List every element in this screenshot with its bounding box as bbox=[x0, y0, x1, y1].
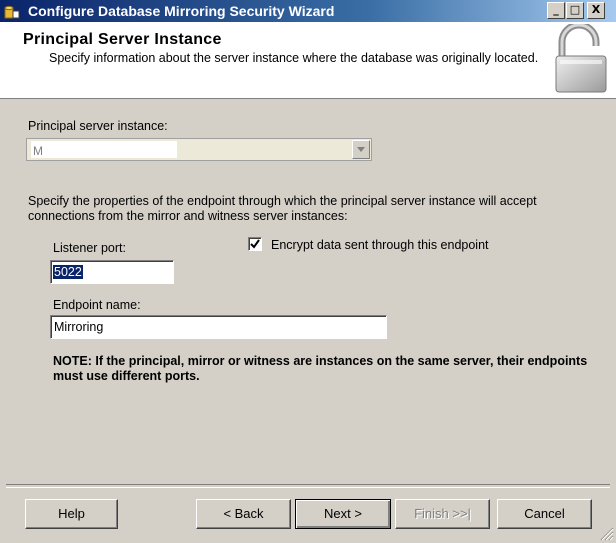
encrypt-label[interactable]: Encrypt data sent through this endpoint bbox=[271, 238, 489, 252]
next-button[interactable]: Next > bbox=[295, 499, 391, 529]
page-title: Principal Server Instance bbox=[23, 31, 222, 48]
listener-port-label: Listener port: bbox=[53, 241, 126, 255]
principal-server-combobox[interactable]: M bbox=[26, 138, 372, 161]
maximize-button[interactable]: □ bbox=[566, 2, 584, 19]
listener-port-input[interactable]: 5022 bbox=[50, 260, 174, 284]
encrypt-checkbox[interactable] bbox=[248, 237, 262, 251]
help-button[interactable]: Help bbox=[25, 499, 118, 529]
dropdown-button[interactable] bbox=[352, 140, 370, 159]
window-title: Configure Database Mirroring Security Wi… bbox=[28, 3, 335, 19]
title-bar[interactable]: Configure Database Mirroring Security Wi… bbox=[0, 0, 616, 22]
back-button[interactable]: < Back bbox=[196, 499, 291, 529]
endpoint-description: Specify the properties of the endpoint t… bbox=[28, 194, 537, 223]
padlock-icon bbox=[555, 24, 607, 93]
listener-port-value: 5022 bbox=[53, 265, 83, 279]
page-description: Specify information about the server ins… bbox=[49, 51, 539, 65]
endpoint-name-value: Mirroring bbox=[54, 320, 104, 334]
footer-separator bbox=[6, 484, 610, 488]
database-wizard-icon bbox=[4, 5, 20, 19]
close-button[interactable]: X bbox=[587, 2, 605, 19]
cancel-button[interactable]: Cancel bbox=[497, 499, 592, 529]
wizard-header: Principal Server Instance Specify inform… bbox=[0, 22, 616, 99]
ports-note: NOTE: If the principal, mirror or witnes… bbox=[53, 354, 588, 383]
resize-grip-icon[interactable] bbox=[600, 527, 614, 541]
checkmark-icon bbox=[250, 239, 260, 249]
principal-server-field: M bbox=[31, 141, 177, 158]
finish-button: Finish >>| bbox=[395, 499, 490, 529]
minimize-button[interactable]: _ bbox=[547, 2, 565, 19]
chevron-down-icon bbox=[357, 147, 365, 152]
endpoint-name-input[interactable]: Mirroring bbox=[50, 315, 387, 339]
principal-server-value: M bbox=[33, 144, 43, 158]
principal-server-label: Principal server instance: bbox=[28, 119, 168, 133]
endpoint-name-label: Endpoint name: bbox=[53, 298, 141, 312]
